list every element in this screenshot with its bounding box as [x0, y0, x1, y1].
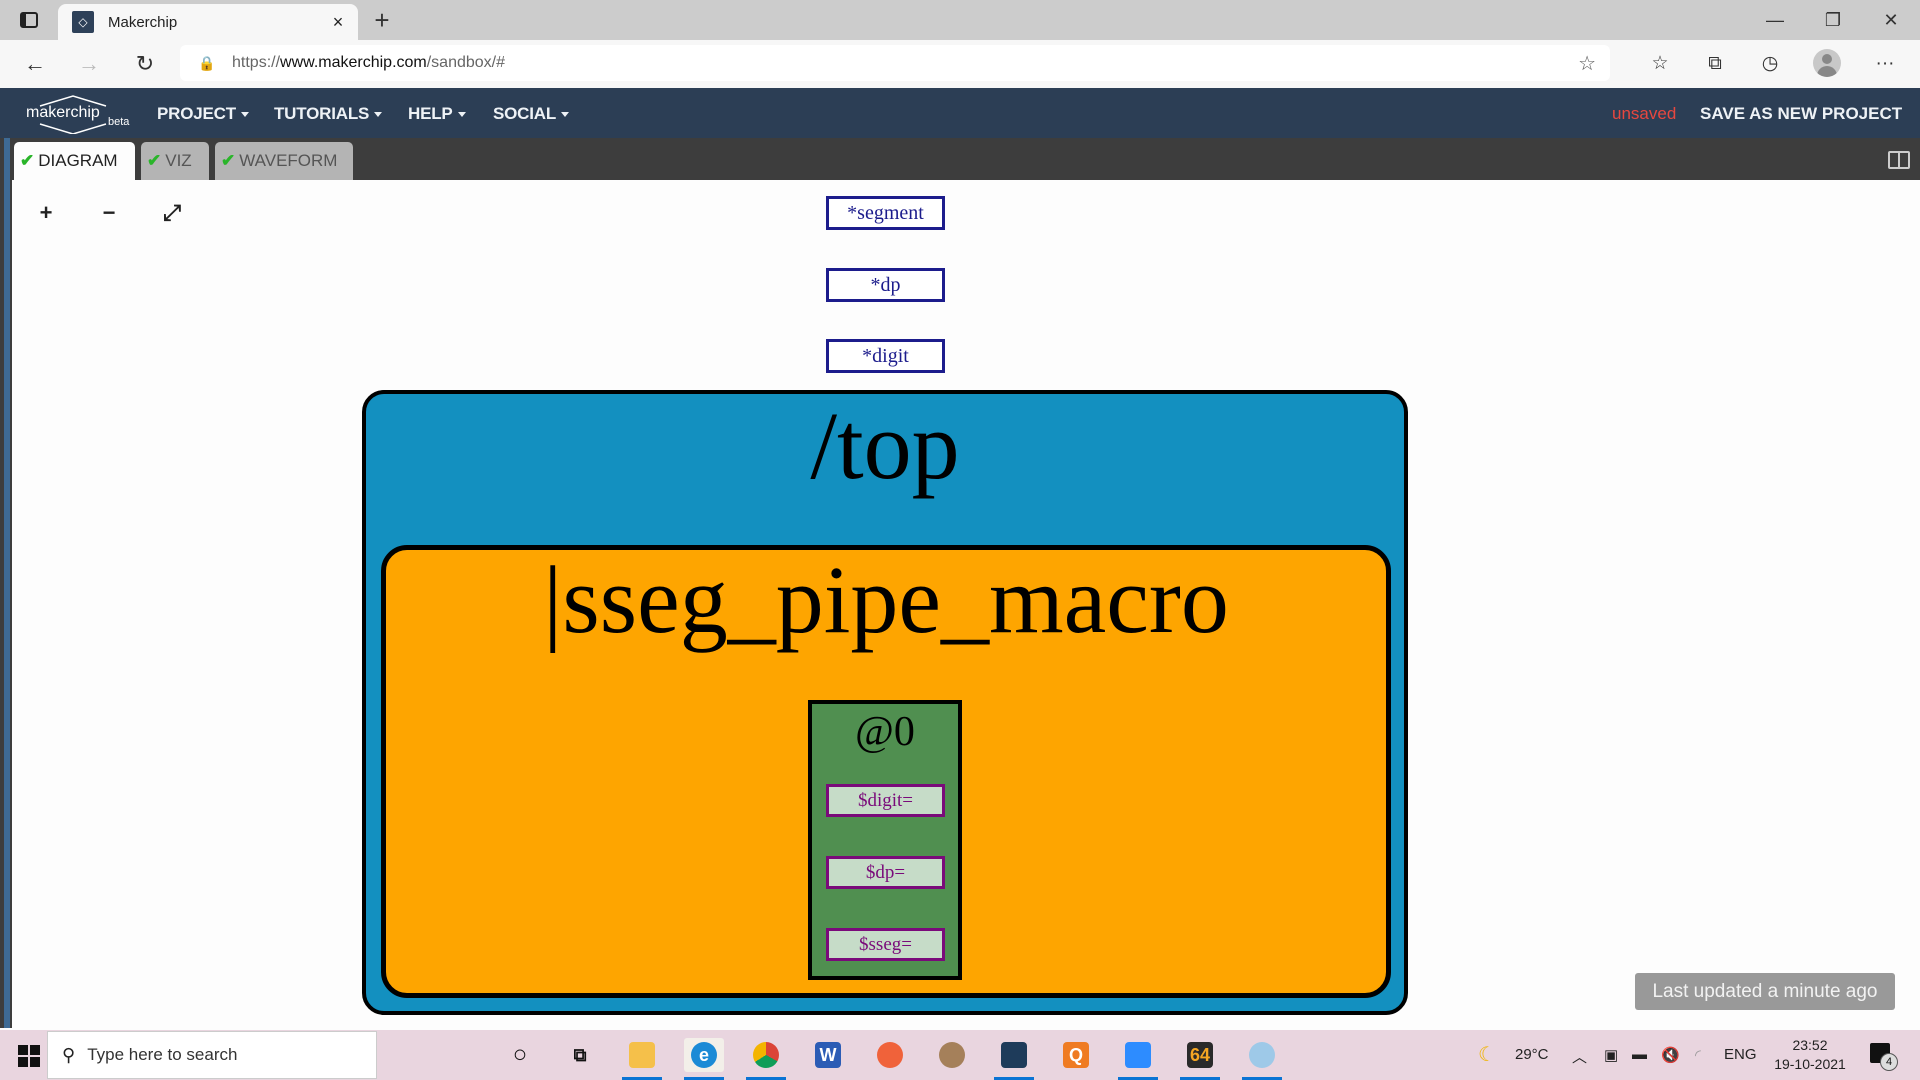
- fit-to-screen-button[interactable]: ⤢: [157, 200, 187, 226]
- menu-project-label: PROJECT: [157, 104, 236, 123]
- star-plus-icon[interactable]: ☆: [1578, 51, 1596, 76]
- window-close-icon[interactable]: ✕: [1871, 6, 1911, 34]
- camera-icon[interactable]: ▣: [1604, 1046, 1618, 1064]
- app-64-icon[interactable]: 64: [1180, 1038, 1220, 1072]
- zoom-in-button[interactable]: +: [31, 200, 61, 226]
- menu-help[interactable]: HELP: [408, 104, 466, 124]
- menu-social[interactable]: SOCIAL: [493, 104, 570, 124]
- virtualbox-icon[interactable]: [994, 1038, 1034, 1072]
- forward-arrow-icon[interactable]: →: [74, 50, 104, 78]
- makerchip-favicon: ◇: [72, 11, 94, 33]
- tab-diagram[interactable]: ✔ DIAGRAM: [14, 142, 135, 180]
- firefox-icon[interactable]: [870, 1038, 910, 1072]
- signal-digit[interactable]: *digit: [826, 339, 945, 373]
- file-explorer-icon[interactable]: [622, 1038, 662, 1072]
- split-pane-icon[interactable]: [1888, 151, 1910, 169]
- search-icon: ⚲: [62, 1044, 76, 1065]
- language-indicator[interactable]: ENG: [1724, 1046, 1757, 1063]
- wifi-icon[interactable]: ◜: [1695, 1046, 1701, 1064]
- save-as-new-project-button[interactable]: SAVE AS NEW PROJECT: [1700, 104, 1902, 124]
- qlik-icon[interactable]: Q: [1056, 1038, 1096, 1072]
- search-placeholder: Type here to search: [87, 1045, 238, 1064]
- minimize-icon[interactable]: —: [1755, 6, 1795, 34]
- taskbar-clock[interactable]: 23:52 19-10-2021: [1770, 1036, 1850, 1074]
- save-status: unsaved: [1612, 104, 1677, 123]
- makerchip-logo[interactable]: makerchip beta: [26, 94, 136, 134]
- notification-count: 4: [1880, 1053, 1898, 1071]
- scope-top-label: /top: [810, 392, 960, 499]
- last-updated-toast: Last updated a minute ago: [1635, 973, 1895, 1010]
- address-bar-row: ← → ↻ 🔒 https://www.makerchip.com/sandbo…: [0, 40, 1920, 89]
- word-icon[interactable]: W: [808, 1038, 848, 1072]
- windows-taskbar: ⚲ Type here to search ○ ⧉ e W Q 64 ☾ 29°…: [0, 1030, 1920, 1080]
- zoom-app-icon[interactable]: [1118, 1038, 1158, 1072]
- weather-icon[interactable]: ☾: [1478, 1042, 1496, 1067]
- show-hidden-icons[interactable]: ︿: [1572, 1046, 1587, 1067]
- cortana-icon[interactable]: ○: [500, 1038, 540, 1072]
- tab-actions-icon[interactable]: [14, 8, 44, 32]
- taskbar-search-input[interactable]: ⚲ Type here to search: [47, 1031, 377, 1079]
- check-icon: ✔: [147, 151, 162, 170]
- caret-down-icon: [374, 112, 383, 118]
- battery-icon[interactable]: ▬: [1632, 1046, 1647, 1063]
- clock-date: 19-10-2021: [1774, 1056, 1846, 1072]
- stage-label: @0: [855, 709, 915, 755]
- collections-icon[interactable]: ⧉: [1700, 50, 1730, 78]
- check-icon: ✔: [20, 151, 35, 170]
- back-arrow-icon[interactable]: ←: [20, 50, 50, 78]
- zoom-out-button[interactable]: −: [94, 200, 124, 226]
- app-navbar: makerchip beta PROJECT TUTORIALS HELP SO…: [0, 88, 1920, 138]
- pane-tab-bar: ✔ DIAGRAM ✔ VIZ ✔ WAVEFORM: [0, 138, 1920, 180]
- signal-segment[interactable]: *segment: [826, 196, 945, 230]
- pipeline-label: |sseg_pipe_macro: [543, 546, 1229, 653]
- restore-icon[interactable]: ❐: [1813, 6, 1853, 34]
- app-icon[interactable]: [932, 1038, 972, 1072]
- lock-icon[interactable]: 🔒: [198, 55, 216, 72]
- browser-tab-strip: ◇ Makerchip × + — ❐ ✕: [0, 0, 1920, 40]
- left-pane-divider[interactable]: [0, 138, 12, 1028]
- clock-time: 23:52: [1792, 1037, 1828, 1053]
- tab-diagram-label: DIAGRAM: [38, 151, 118, 170]
- menu-social-label: SOCIAL: [493, 104, 557, 123]
- tab-waveform-label: WAVEFORM: [239, 151, 338, 170]
- signal-dp[interactable]: *dp: [826, 268, 945, 302]
- caret-down-icon: [457, 112, 466, 118]
- check-icon: ✔: [221, 151, 236, 170]
- history-icon[interactable]: ◷: [1755, 50, 1785, 78]
- favorites-icon[interactable]: ☆: [1645, 50, 1675, 78]
- new-tab-icon[interactable]: +: [368, 6, 396, 34]
- refresh-icon[interactable]: ↻: [130, 50, 160, 78]
- chrome-icon[interactable]: [746, 1038, 786, 1072]
- tab-viz-label: VIZ: [165, 151, 192, 170]
- close-tab-icon[interactable]: ×: [326, 12, 350, 33]
- notification-center-icon[interactable]: 4: [1870, 1043, 1898, 1071]
- menu-tutorials[interactable]: TUTORIALS: [274, 104, 383, 124]
- tab-title: Makerchip: [108, 13, 178, 31]
- logo-text: makerchip: [26, 104, 100, 121]
- tab-waveform[interactable]: ✔ WAVEFORM: [215, 142, 353, 180]
- url-input[interactable]: 🔒 https://www.makerchip.com/sandbox/# ☆: [180, 45, 1610, 81]
- more-icon[interactable]: ···: [1870, 50, 1900, 78]
- menu-help-label: HELP: [408, 104, 453, 123]
- task-view-icon[interactable]: ⧉: [560, 1038, 600, 1072]
- volume-muted-icon[interactable]: 🔇: [1661, 1046, 1680, 1064]
- pipe-signal-sseg[interactable]: $sseg=: [826, 928, 945, 961]
- windows-start-icon[interactable]: [18, 1045, 40, 1067]
- paint-icon[interactable]: [1242, 1038, 1282, 1072]
- pipe-signal-digit[interactable]: $digit=: [826, 784, 945, 817]
- menu-project[interactable]: PROJECT: [157, 104, 249, 124]
- caret-down-icon: [561, 112, 570, 118]
- url-text: https://www.makerchip.com/sandbox/#: [232, 54, 506, 71]
- tab-viz[interactable]: ✔ VIZ: [141, 142, 209, 180]
- menu-tutorials-label: TUTORIALS: [274, 104, 370, 123]
- beta-badge: beta: [108, 116, 130, 128]
- profile-avatar[interactable]: [1813, 49, 1841, 77]
- edge-icon[interactable]: e: [684, 1038, 724, 1072]
- weather-temp[interactable]: 29°C: [1515, 1046, 1549, 1063]
- pipe-signal-dp[interactable]: $dp=: [826, 856, 945, 889]
- browser-tab[interactable]: ◇ Makerchip ×: [58, 4, 358, 40]
- caret-down-icon: [240, 112, 249, 118]
